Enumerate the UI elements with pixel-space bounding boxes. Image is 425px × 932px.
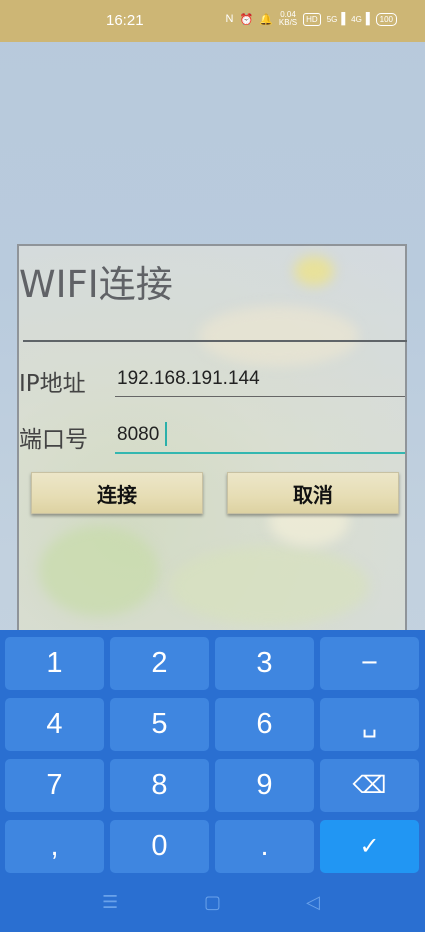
key-0[interactable]: 0 — [110, 820, 209, 873]
key-9[interactable]: 9 — [215, 759, 314, 812]
ip-value: 192.168.191.144 — [117, 368, 260, 389]
signal-5g-icon: 5G▐ — [326, 13, 346, 25]
port-field[interactable]: 8080 — [115, 420, 403, 450]
net-speed: 0.04 KB/S — [279, 11, 297, 27]
ip-field[interactable]: 192.168.191.144 — [115, 364, 403, 394]
signal-4g-icon: 4G▐ — [351, 13, 370, 25]
title-divider — [23, 340, 407, 342]
status-bar: 16:21 N ⏰ 🔔 0.04 KB/S HD 5G▐ 4G▐ 100 — [0, 0, 425, 42]
numeric-keyboard: 1 2 3 − 4 5 6 ␣ 7 8 9 ⌫ , 0 . ✓ ☰ ▢ ◁ — [0, 630, 425, 932]
key-6[interactable]: 6 — [215, 698, 314, 751]
port-value: 8080 — [117, 424, 160, 445]
hd-badge: HD — [303, 12, 321, 26]
nfc-icon: N — [225, 13, 234, 25]
port-underline — [115, 452, 405, 454]
background-blob — [169, 546, 369, 626]
minus-key[interactable]: − — [320, 637, 419, 690]
key-8[interactable]: 8 — [110, 759, 209, 812]
key-2[interactable]: 2 — [110, 637, 209, 690]
dialog-title: WIFI连接 — [19, 263, 173, 306]
comma-key[interactable]: , — [5, 820, 104, 873]
port-label: 端口号 — [19, 427, 88, 453]
net-speed-unit: KB/S — [278, 18, 298, 27]
background-blob — [199, 306, 359, 366]
connect-button[interactable]: 连接 — [31, 472, 203, 514]
status-icons: N ⏰ 🔔 0.04 KB/S HD 5G▐ 4G▐ 100 — [226, 11, 397, 27]
key-4[interactable]: 4 — [5, 698, 104, 751]
alarm-icon: ⏰ — [239, 13, 254, 26]
menu-icon[interactable]: ☰ — [102, 892, 118, 913]
navigation-bar: ☰ ▢ ◁ — [0, 878, 425, 932]
background-blob — [294, 256, 334, 286]
key-5[interactable]: 5 — [110, 698, 209, 751]
cancel-button[interactable]: 取消 — [227, 472, 399, 514]
home-icon[interactable]: ▢ — [204, 892, 221, 913]
background-blob — [39, 526, 159, 616]
signal-5g-label: 5G — [326, 15, 338, 24]
backspace-key[interactable]: ⌫ — [320, 759, 419, 812]
ip-label: IP地址 — [19, 371, 86, 397]
battery-icon: 100 — [375, 12, 397, 26]
text-caret — [165, 422, 167, 446]
status-time: 16:21 — [106, 12, 144, 29]
key-3[interactable]: 3 — [215, 637, 314, 690]
wifi-dialog: WIFI连接 IP地址 192.168.191.144 端口号 8080 连接 … — [17, 244, 407, 644]
key-1[interactable]: 1 — [5, 637, 104, 690]
dot-key[interactable]: . — [215, 820, 314, 873]
back-icon[interactable]: ◁ — [306, 892, 320, 913]
signal-4g-label: 4G — [351, 15, 362, 24]
key-7[interactable]: 7 — [5, 759, 104, 812]
confirm-key[interactable]: ✓ — [320, 820, 419, 873]
bell-icon: 🔔 — [259, 13, 273, 26]
ip-underline — [115, 396, 405, 397]
space-key[interactable]: ␣ — [320, 698, 419, 751]
